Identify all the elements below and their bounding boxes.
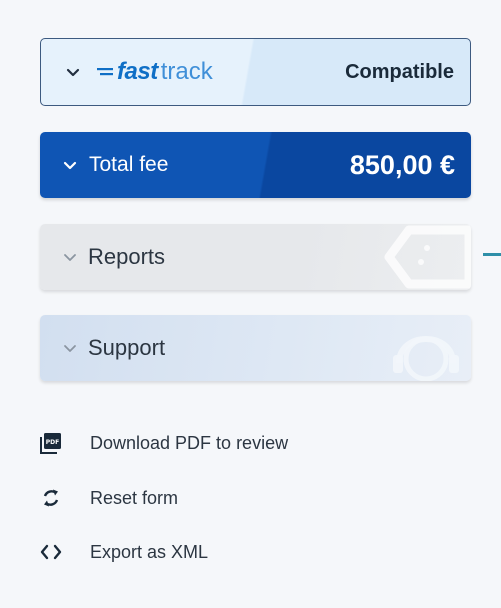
reports-label: Reports bbox=[88, 244, 166, 269]
total-fee-label: Total fee bbox=[89, 153, 169, 176]
refresh-icon bbox=[40, 487, 62, 509]
download-pdf-label: Download PDF to review bbox=[90, 432, 289, 453]
headset-watermark-icon bbox=[393, 336, 459, 381]
code-icon bbox=[40, 541, 62, 563]
download-pdf-link[interactable]: PDF Download PDF to review bbox=[40, 432, 288, 454]
fast-track-panel[interactable]: fast track Compatible bbox=[40, 38, 471, 106]
total-fee-panel[interactable]: Total fee 850,00 € bbox=[40, 132, 471, 198]
svg-text:PDF: PDF bbox=[46, 439, 59, 446]
fast-track-status: Compatible bbox=[345, 60, 454, 83]
export-xml-link[interactable]: Export as XML bbox=[40, 541, 208, 563]
reset-form-link[interactable]: Reset form bbox=[40, 487, 178, 509]
chevron-down-icon bbox=[64, 254, 76, 261]
pdf-icon: PDF bbox=[40, 432, 62, 454]
support-panel[interactable]: Support bbox=[40, 315, 471, 381]
fast-track-logo-track: track bbox=[160, 58, 213, 85]
chevron-down-icon bbox=[64, 345, 76, 352]
fast-track-logo: fast track bbox=[97, 58, 213, 86]
export-xml-label: Export as XML bbox=[90, 541, 209, 562]
reset-form-label: Reset form bbox=[90, 487, 179, 508]
speed-lines-icon bbox=[97, 68, 113, 76]
total-fee-amount: 850,00 € bbox=[349, 149, 455, 180]
chevron-down-icon bbox=[63, 161, 77, 170]
ticket-watermark-icon bbox=[384, 225, 471, 289]
chevron-down-icon bbox=[66, 68, 80, 77]
reports-panel[interactable]: Reports bbox=[40, 224, 471, 290]
support-label: Support bbox=[88, 335, 166, 360]
connector-line bbox=[483, 253, 501, 256]
fast-track-logo-fast: fast bbox=[117, 58, 158, 85]
